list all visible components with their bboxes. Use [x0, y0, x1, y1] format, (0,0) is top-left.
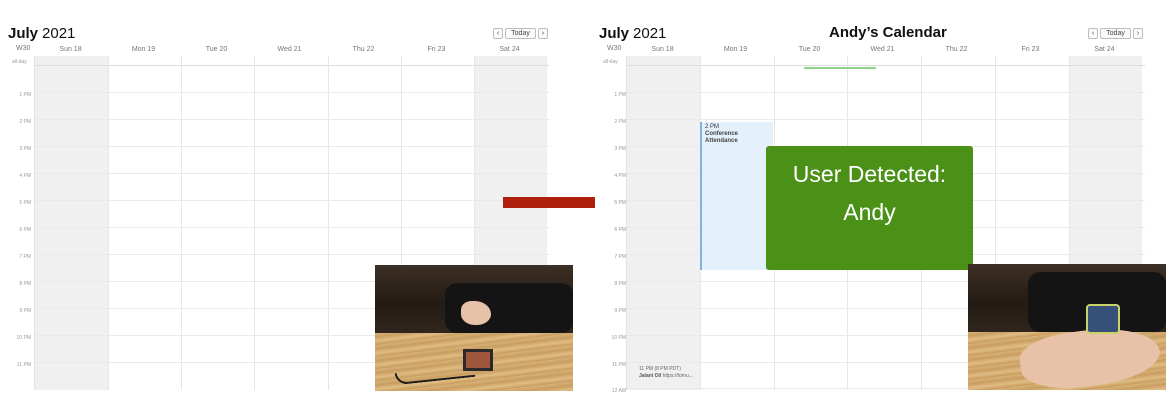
hour-labels: all-day 1 PM 2 PM 3 PM 4 PM 5 PM 6 PM 7 …: [0, 56, 34, 390]
next-week-button[interactable]: ›: [538, 28, 548, 39]
hour-label: 8 PM: [614, 281, 626, 287]
hour-label: 9 PM: [19, 308, 31, 314]
event-time: 11 PM (8 PM PDT): [639, 366, 681, 372]
hour-label: 5 PM: [614, 200, 626, 206]
hour-label: 2 PM: [614, 119, 626, 125]
event-time: 2 PM: [705, 124, 720, 130]
prev-week-button[interactable]: ‹: [493, 28, 503, 39]
hour-label: 6 PM: [614, 227, 626, 233]
banner-line-2: Andy: [843, 199, 896, 225]
day-header-tue[interactable]: Tue 20: [180, 46, 253, 53]
hour-line: [35, 146, 549, 147]
all-day-label: all-day: [12, 59, 27, 65]
hour-labels: all-day 1 PM 2 PM 3 PM 4 PM 5 PM 6 PM 7 …: [595, 56, 629, 394]
hour-label: 9 PM: [614, 308, 626, 314]
day-header-tue[interactable]: Tue 20: [773, 46, 846, 53]
today-button[interactable]: Today: [505, 28, 536, 39]
day-divider: [108, 56, 109, 390]
day-divider: [328, 56, 329, 390]
hour-label: 11 PM: [16, 362, 31, 368]
week-number: W30: [607, 45, 622, 52]
day-header-fri[interactable]: Fri 23: [994, 46, 1067, 53]
event-title: Jalani Oil: [639, 373, 662, 379]
all-day-label: all-day: [603, 59, 618, 65]
hour-line: [35, 92, 549, 93]
hour-line: [35, 254, 549, 255]
day-header-mon[interactable]: Mon 19: [699, 46, 772, 53]
person-hand: [461, 301, 491, 325]
day-divider: [181, 56, 182, 390]
hour-line: [35, 227, 549, 228]
hour-label: 4 PM: [19, 173, 31, 179]
next-week-button[interactable]: ›: [1133, 28, 1143, 39]
day-header-sun[interactable]: Sun 18: [626, 46, 699, 53]
day-header-wed[interactable]: Wed 21: [846, 46, 919, 53]
all-day-row[interactable]: [35, 56, 549, 66]
weekend-column-sun: [627, 56, 700, 390]
hour-label: 3 PM: [19, 146, 31, 152]
user-detected-banner: User Detected: Andy: [766, 146, 973, 270]
hour-label: 5 PM: [19, 200, 31, 206]
hour-line: [35, 119, 549, 120]
hour-label: 3 PM: [614, 146, 626, 152]
event-strip-tue[interactable]: [804, 67, 876, 69]
day-header-wed[interactable]: Wed 21: [253, 46, 326, 53]
hour-label: 7 PM: [614, 254, 626, 260]
day-header-sat[interactable]: Sat 24: [473, 46, 546, 53]
calendar-owner-title: Andy’s Calendar: [829, 24, 947, 41]
all-day-row[interactable]: [627, 56, 1145, 66]
month-year-heading: July 2021: [599, 25, 666, 42]
wrist-sensor-device: [1086, 304, 1120, 334]
hour-label: 12 AM: [611, 388, 626, 394]
camera-feed-before: [375, 265, 573, 391]
hour-label: 10 PM: [16, 335, 31, 341]
year-label: 2021: [633, 25, 667, 42]
hour-label: 8 PM: [19, 281, 31, 287]
day-header-thu[interactable]: Thu 22: [327, 46, 400, 53]
today-button[interactable]: Today: [1100, 28, 1131, 39]
camera-feed-after: [968, 264, 1166, 390]
hour-line: [35, 200, 549, 201]
figure-stage: July 2021 ‹ Today › W30 Sun 18 Mon 19 Tue…: [0, 0, 1170, 404]
hour-label: 11 PM: [611, 362, 626, 368]
hour-label: 7 PM: [19, 254, 31, 260]
hour-label: 1 PM: [614, 92, 626, 98]
calendar-nav: ‹ Today ›: [493, 28, 548, 39]
day-header-fri[interactable]: Fri 23: [400, 46, 473, 53]
year-label: 2021: [42, 25, 76, 42]
day-header-mon[interactable]: Mon 19: [107, 46, 180, 53]
day-header-sun[interactable]: Sun 18: [34, 46, 107, 53]
week-number: W30: [16, 45, 31, 52]
weekend-column-sun: [35, 56, 108, 390]
month-label: July: [599, 25, 630, 42]
hour-line: [627, 119, 1145, 120]
day-header-sat[interactable]: Sat 24: [1068, 46, 1141, 53]
event-title: Conference Attendance: [705, 131, 739, 144]
calendar-event[interactable]: 2 PM Conference Attendance: [700, 122, 773, 270]
hour-line: [627, 92, 1145, 93]
week-header: W30 Sun 18 Mon 19 Tue 20 Wed 21 Thu 22 F…: [0, 44, 553, 56]
hour-line: [35, 173, 549, 174]
week-header: W30 Sun 18 Mon 19 Tue 20 Wed 21 Thu 22 F…: [595, 44, 1148, 56]
calendar-event-sun[interactable]: 11 PM (8 PM PDT) Jalani Oil https://tomu…: [639, 366, 699, 380]
hour-label: 4 PM: [614, 173, 626, 179]
banner-line-1: User Detected:: [792, 161, 947, 187]
hour-label: 1 PM: [19, 92, 31, 98]
month-label: July: [8, 25, 39, 42]
month-year-heading: July 2021: [8, 25, 75, 42]
prev-week-button[interactable]: ‹: [1088, 28, 1098, 39]
calendar-nav: ‹ Today ›: [1088, 28, 1143, 39]
hour-label: 6 PM: [19, 227, 31, 233]
hour-label: 10 PM: [611, 335, 626, 341]
day-divider: [254, 56, 255, 390]
hour-label: 2 PM: [19, 119, 31, 125]
event-link[interactable]: https://tomu...: [663, 373, 693, 379]
day-header-thu[interactable]: Thu 22: [920, 46, 993, 53]
